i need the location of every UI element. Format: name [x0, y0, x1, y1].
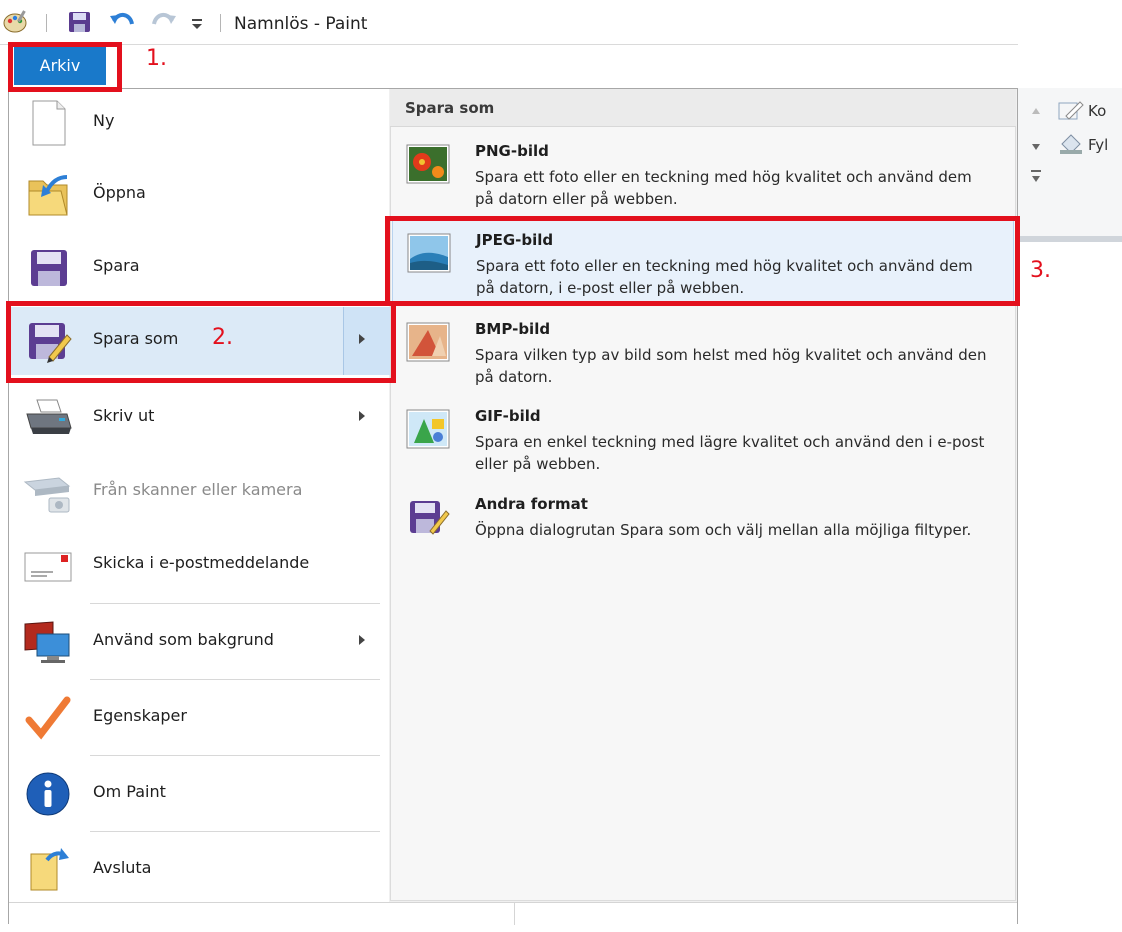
gif-image-icon	[406, 409, 450, 449]
open-folder-icon	[28, 175, 68, 216]
menu-item-set-as-background[interactable]: Använd som bakgrund	[9, 608, 389, 676]
ribbon-label[interactable]: Ko	[1088, 102, 1106, 120]
fill-bucket-icon[interactable]	[1058, 132, 1084, 156]
option-title: Andra format	[475, 495, 588, 513]
annotation-step2-label: 2.	[212, 325, 233, 350]
scanner-icon	[23, 477, 71, 513]
exit-icon	[30, 848, 69, 891]
customize-toolbar-icon[interactable]	[190, 17, 204, 31]
menu-item-from-scanner: Från skanner eller kamera	[9, 458, 389, 526]
window-title: Namnlös - Paint	[234, 14, 368, 34]
separator	[46, 14, 47, 32]
submenu-arrow-icon	[359, 411, 365, 421]
annotation-box-step3	[385, 216, 1020, 306]
menu-divider	[90, 679, 380, 680]
menu-item-properties[interactable]: Egenskaper	[9, 684, 389, 752]
bmp-image-icon	[406, 322, 450, 362]
menu-item-about-paint[interactable]: Om Paint	[9, 760, 389, 828]
title-bar: Namnlös - Paint	[0, 0, 1122, 44]
printer-icon	[26, 399, 72, 434]
desktop-background-icon	[24, 621, 70, 663]
menu-item-label: Skicka i e-postmeddelande	[93, 553, 310, 572]
paint-app-icon[interactable]	[2, 8, 30, 34]
menu-item-send-email[interactable]: Skicka i e-postmeddelande	[9, 531, 389, 599]
ribbon-remnant: Ko Fyl	[1018, 88, 1122, 242]
menu-item-label: Öppna	[93, 183, 146, 202]
new-document-icon	[32, 100, 66, 146]
menu-item-label: Använd som bakgrund	[93, 630, 274, 649]
save-option-gif[interactable]: GIF-bild Spara en enkel teckning med läg…	[392, 397, 1014, 479]
checkmark-icon	[25, 696, 71, 740]
other-formats-icon	[410, 501, 450, 535]
menu-item-label: Spara	[93, 256, 140, 275]
menu-item-print[interactable]: Skriv ut	[9, 384, 389, 452]
menu-item-label: Om Paint	[93, 782, 166, 801]
menu-divider	[90, 831, 380, 832]
save-option-png[interactable]: PNG-bild Spara ett foto eller en tecknin…	[392, 132, 1014, 214]
save-option-other-formats[interactable]: Andra format Öppna dialogrutan Spara som…	[392, 485, 1014, 567]
menu-divider	[90, 603, 380, 604]
redo-icon[interactable]	[150, 10, 176, 32]
png-image-icon	[406, 144, 450, 184]
save-as-header-label: Spara som	[405, 99, 495, 117]
option-title: PNG-bild	[475, 142, 549, 160]
menu-item-label: Skriv ut	[93, 406, 155, 425]
undo-icon[interactable]	[110, 10, 136, 32]
annotation-box-step2	[6, 301, 396, 383]
gallery-scroll-icon[interactable]	[1026, 88, 1046, 236]
option-description: Öppna dialogrutan Spara som och välj mel…	[475, 521, 972, 539]
pencil-icon[interactable]	[1058, 100, 1084, 122]
option-description: Spara vilken typ av bild som helst med h…	[475, 346, 987, 386]
annotation-step1-label: 1.	[146, 46, 167, 71]
separator	[220, 14, 221, 32]
save-as-header: Spara som	[390, 89, 1016, 127]
menu-item-label: Från skanner eller kamera	[93, 480, 303, 499]
menu-divider	[90, 755, 380, 756]
email-icon	[24, 552, 72, 582]
option-description: Spara ett foto eller en teckning med hög…	[475, 168, 972, 208]
menu-item-exit[interactable]: Avsluta	[9, 836, 389, 904]
menu-item-label: Egenskaper	[93, 706, 187, 725]
menu-item-new[interactable]: Ny	[9, 89, 389, 157]
annotation-step3-label: 3.	[1030, 258, 1051, 283]
annotation-box-step1	[8, 42, 122, 92]
info-icon	[26, 772, 70, 816]
menu-item-open[interactable]: Öppna	[9, 161, 389, 229]
option-description: Spara en enkel teckning med lägre kvalit…	[475, 433, 985, 473]
menu-item-label: Avsluta	[93, 858, 152, 877]
option-title: GIF-bild	[475, 407, 541, 425]
menu-footer	[9, 902, 1017, 925]
save-option-bmp[interactable]: BMP-bild Spara vilken typ av bild som he…	[392, 310, 1014, 392]
save-quick-icon[interactable]	[68, 11, 92, 33]
ribbon-label[interactable]: Fyl	[1088, 136, 1108, 154]
menu-item-save[interactable]: Spara	[9, 234, 389, 302]
option-title: BMP-bild	[475, 320, 551, 338]
submenu-arrow-icon	[359, 635, 365, 645]
menu-item-label: Ny	[93, 111, 115, 130]
floppy-disk-icon	[31, 250, 67, 286]
